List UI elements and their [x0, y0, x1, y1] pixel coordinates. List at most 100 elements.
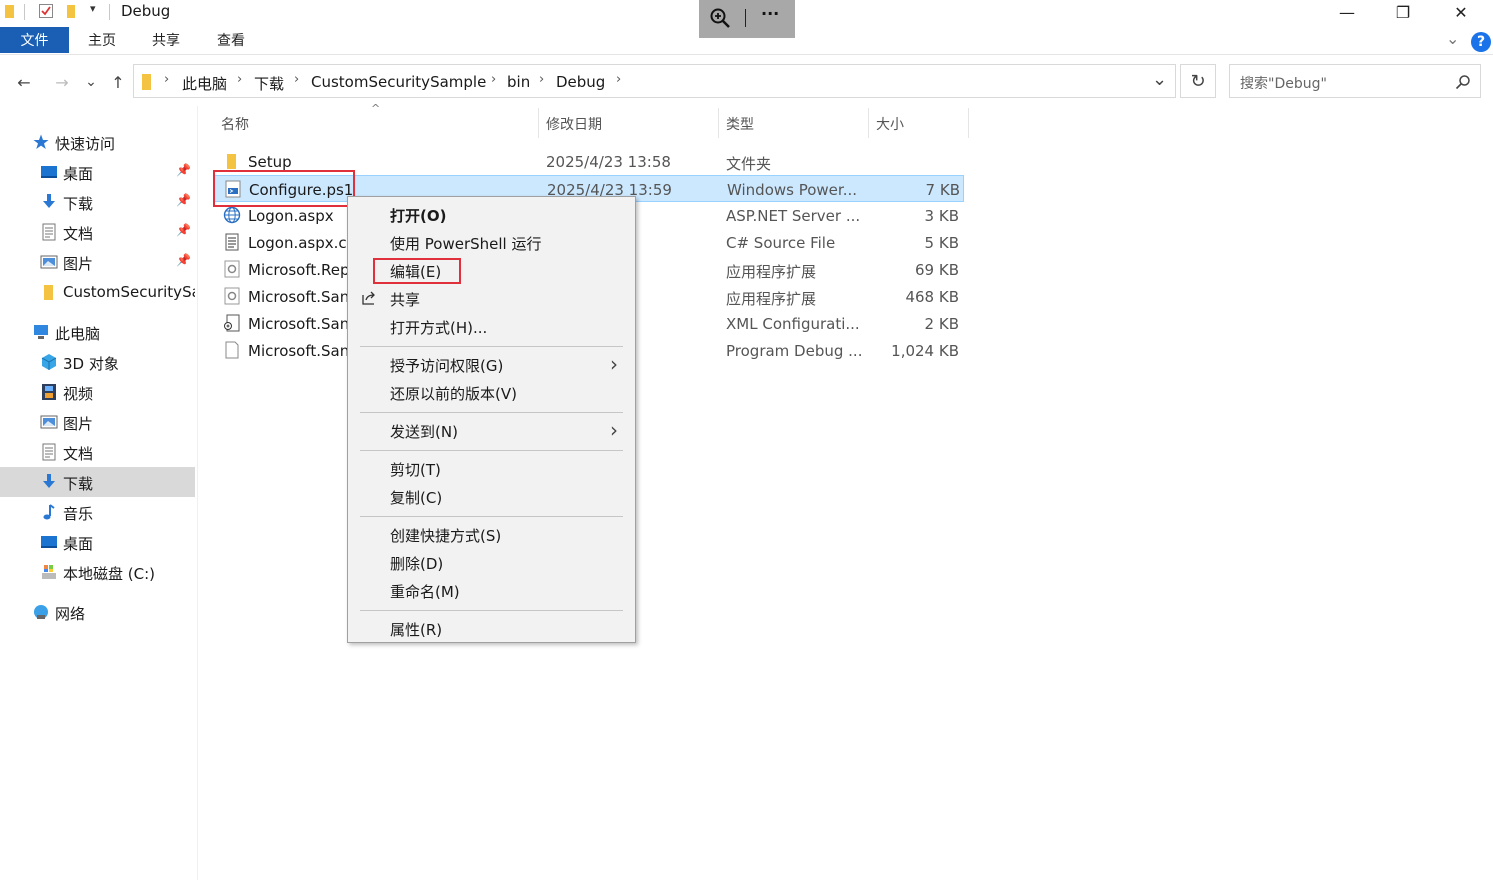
breadcrumb-separator[interactable]: › [616, 72, 621, 87]
minimize-button[interactable]: — [1324, 0, 1370, 24]
title-separator [24, 4, 25, 20]
sidebar-item[interactable]: 3D 对象 [0, 347, 195, 377]
network-icon [32, 603, 50, 621]
tab-home[interactable]: 主页 [78, 27, 126, 53]
breadcrumb-debug[interactable]: Debug [556, 73, 605, 91]
context-menu-item[interactable]: 删除(D) [348, 550, 635, 576]
breadcrumb-separator[interactable]: › [164, 72, 169, 87]
customize-toolbar-icon[interactable]: ▾ [90, 2, 96, 15]
menu-separator [360, 516, 623, 517]
title-bar: ▾ Debug ··· — ❐ ✕ [0, 0, 1493, 38]
sidebar-item[interactable]: 本地磁盘 (C:) [0, 557, 195, 587]
sidebar-item-label: 桌面 [63, 535, 94, 553]
close-button[interactable]: ✕ [1438, 0, 1484, 24]
tab-file[interactable]: 文件 [0, 27, 69, 53]
refresh-button[interactable]: ↻ [1180, 64, 1216, 98]
help-button[interactable]: ? [1471, 32, 1491, 52]
breadcrumb-separator[interactable]: › [294, 72, 299, 87]
column-separator[interactable] [968, 108, 969, 138]
breadcrumb-separator[interactable]: › [539, 72, 544, 87]
context-menu-item[interactable]: 授予访问权限(G) › [348, 352, 635, 378]
context-menu-item[interactable]: 还原以前的版本(V) [348, 380, 635, 406]
ribbon-tabs: 文件 主页 共享 查看 ⌄ [0, 27, 1493, 55]
more-options-icon[interactable]: ··· [761, 4, 779, 23]
context-menu-label: 打开(O) [390, 207, 447, 225]
tab-share[interactable]: 共享 [142, 27, 190, 53]
pin-icon[interactable]: 📌 [176, 163, 191, 177]
column-separator[interactable] [718, 108, 719, 138]
breadcrumb-separator[interactable]: › [491, 72, 496, 87]
context-menu-item[interactable]: 使用 PowerShell 运行 [348, 230, 635, 256]
sidebar-item-label: 快速访问 [55, 135, 116, 153]
breadcrumb-downloads[interactable]: 下载 [254, 73, 284, 94]
up-button[interactable]: ↑ [106, 70, 130, 94]
file-name: Setup [248, 153, 292, 171]
context-menu-item[interactable]: 打开方式(H)... [348, 314, 635, 340]
new-folder-icon[interactable] [64, 3, 80, 19]
back-button[interactable]: ← [12, 70, 36, 94]
properties-check-icon[interactable] [38, 3, 54, 19]
pin-icon[interactable]: 📌 [176, 193, 191, 207]
column-header-date[interactable]: 修改日期 [546, 114, 602, 138]
sidebar-item[interactable]: 视频 [0, 377, 195, 407]
breadcrumb-separator[interactable]: › [237, 72, 242, 87]
sidebar-item[interactable]: 下载 📌 [0, 187, 195, 217]
expand-ribbon-icon[interactable]: ⌄ [1446, 29, 1459, 48]
pin-icon[interactable]: 📌 [176, 223, 191, 237]
pictures-icon [40, 413, 58, 431]
column-header-type[interactable]: 类型 [726, 114, 754, 138]
context-menu-item[interactable]: 打开(O) [348, 202, 635, 228]
sidebar-item[interactable]: 图片 [0, 407, 195, 437]
context-menu-item[interactable]: 属性(R) [348, 616, 635, 642]
document-icon [40, 443, 58, 461]
sidebar-item[interactable]: 文档 [0, 437, 195, 467]
pin-icon[interactable]: 📌 [176, 253, 191, 267]
context-menu-item[interactable]: 共享 [348, 286, 635, 312]
column-header-size[interactable]: 大小 [876, 114, 904, 138]
recent-locations-button[interactable]: ⌄ [81, 70, 101, 94]
context-menu-item[interactable]: 发送到(N) › [348, 418, 635, 444]
column-separator[interactable] [538, 108, 539, 138]
search-box[interactable]: 搜索"Debug" [1229, 64, 1481, 98]
column-header-name[interactable]: 名称 [221, 114, 249, 138]
breadcrumb-customsecuritysample[interactable]: CustomSecuritySample [311, 73, 486, 91]
context-menu-item[interactable]: 剪切(T) [348, 456, 635, 482]
sidebar-item[interactable]: 音乐 [0, 497, 195, 527]
breadcrumb-bin[interactable]: bin [507, 73, 530, 91]
zoom-in-icon[interactable] [709, 7, 731, 29]
sidebar-item[interactable]: 图片 📌 [0, 247, 195, 277]
folder-icon [40, 283, 58, 301]
sidebar-item[interactable]: 此电脑 [0, 317, 195, 347]
sidebar-item-label: 本地磁盘 (C:) [63, 565, 155, 583]
sidebar-item[interactable]: 下载 [0, 467, 195, 497]
sidebar-item[interactable]: 桌面 [0, 527, 195, 557]
context-menu-item[interactable]: 复制(C) [348, 484, 635, 510]
blank-file-icon [223, 341, 241, 359]
restore-button[interactable]: ❐ [1380, 0, 1426, 24]
context-menu-item[interactable]: 创建快捷方式(S) [348, 522, 635, 548]
tab-view[interactable]: 查看 [207, 27, 255, 53]
search-icon[interactable] [1455, 74, 1471, 90]
sidebar-item[interactable]: 网络 [0, 597, 195, 627]
navigation-pane: 快速访问 桌面 📌 下载 📌 文档 📌 图片 📌 CustomSecuritySa 此电脑 3D 对象… [0, 106, 197, 880]
folder-icon [223, 152, 241, 170]
breadcrumb-this-pc[interactable]: 此电脑 [182, 73, 227, 94]
sidebar-item[interactable]: 快速访问 [0, 127, 195, 157]
sidebar-item[interactable]: CustomSecuritySa [0, 277, 195, 307]
column-separator[interactable] [868, 108, 869, 138]
file-size: 1,024 KB [891, 342, 959, 360]
annotation-highlight-edit [373, 258, 461, 284]
sidebar-item[interactable]: 文档 📌 [0, 217, 195, 247]
address-dropdown-icon[interactable]: ⌄ [1152, 69, 1167, 90]
sidebar-item[interactable]: 桌面 📌 [0, 157, 195, 187]
annotation-highlight-file [213, 170, 355, 207]
address-bar[interactable]: › 此电脑 › 下载 › CustomSecuritySample › bin … [133, 64, 1176, 98]
forward-button[interactable]: → [50, 70, 74, 94]
sidebar-item-label: 下载 [63, 475, 94, 493]
context-menu-item[interactable]: 重命名(M) [348, 578, 635, 604]
context-menu-label: 还原以前的版本(V) [390, 385, 517, 403]
sidebar-item-label: 此电脑 [55, 325, 101, 343]
config-file-icon [223, 314, 241, 332]
submenu-arrow-icon: › [610, 418, 618, 442]
menu-separator [360, 346, 623, 347]
